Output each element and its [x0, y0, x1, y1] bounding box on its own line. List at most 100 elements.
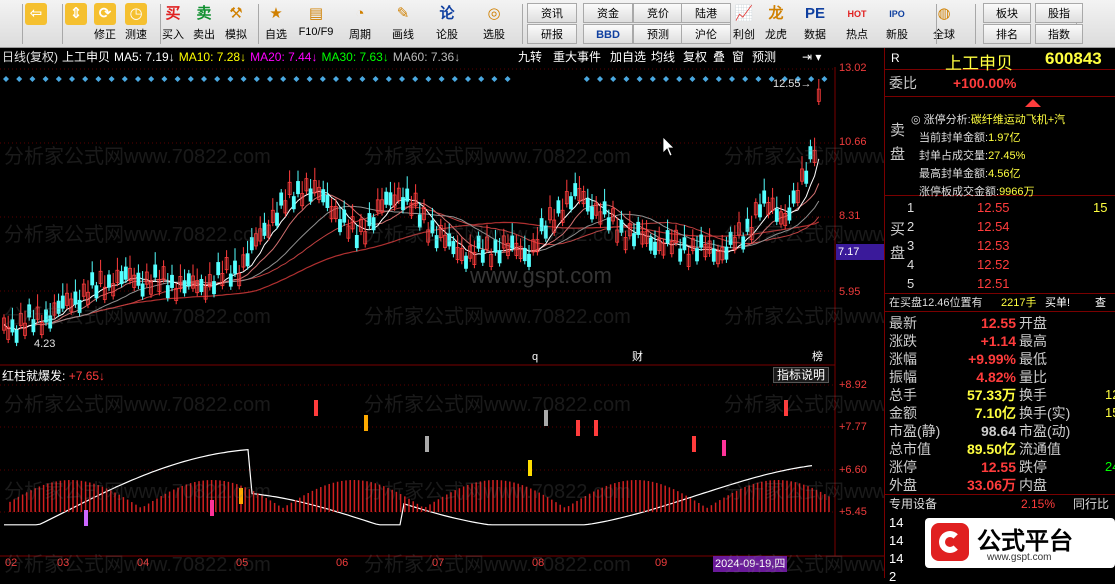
indicator-axis-label: +6.60: [839, 464, 867, 476]
buy-alert-qty: 2217手: [1001, 297, 1037, 309]
event-diamond-icon: [42, 76, 49, 82]
event-diamond-icon: [597, 76, 603, 82]
chart-icon: 📈: [734, 5, 754, 22]
stat-label-right: 最高: [1019, 333, 1047, 349]
toolbar-button-1[interactable]: 资金: [583, 3, 633, 23]
weibi-value: +100.00%: [953, 75, 1017, 91]
gspt-logo-mark: [931, 523, 969, 561]
event-diamond-icon: [108, 76, 115, 82]
toolbar-gavel-button[interactable]: ⚒ 模拟: [216, 1, 256, 47]
main-toolbar: ⇦ ⇕ ⟳ 修正 ◷ 测速买买入卖卖出 ⚒ 模拟 ★ 自选 ▤ F10/F9 ◔ 周期 ✎ 画线论论股 ◎ 选股 📈…: [0, 0, 1115, 48]
event-diamond-icon: [267, 76, 273, 82]
event-diamond-icon: [95, 76, 102, 82]
stat-right-value: 15: [1105, 405, 1115, 420]
limit-line: 最高封单金额:4.56亿: [911, 165, 1115, 181]
bid-row[interactable]: 3 12.53: [885, 236, 1115, 255]
event-diamond-icon: [174, 76, 181, 82]
toolbar-hot-button[interactable]: HOT 热点: [837, 1, 877, 47]
toolbar-star-folder-button[interactable]: ★ 自选: [256, 1, 296, 47]
candle-body: [808, 146, 813, 160]
price-chart[interactable]: q 财 榜 12.55→ 4.23: [0, 48, 884, 578]
event-diamond-icon: [412, 76, 419, 82]
event-diamond-icon: [227, 76, 234, 82]
f10-icon: ▤: [308, 5, 324, 22]
bid-row[interactable]: 2 12.54: [885, 217, 1115, 236]
toolbar-clock-button[interactable]: ◷ 测速: [116, 1, 156, 47]
candle-body: [430, 220, 435, 234]
limit-line-value: 27.45%: [988, 150, 1026, 162]
price-axis-label: 8.31: [839, 210, 861, 222]
cursor-date-label: 2024-09-19,四: [713, 556, 788, 572]
industry-name[interactable]: 专用设备: [889, 495, 937, 513]
dragon-icon: 龙: [768, 5, 784, 22]
date-axis-label: 03: [57, 557, 70, 569]
event-diamond-icon: [293, 76, 300, 82]
event-mark-label: q: [532, 351, 538, 363]
toolbar-button-2[interactable]: 竞价: [633, 3, 683, 23]
event-diamond-icon: [333, 76, 339, 82]
stat-label: 涨跌: [889, 333, 917, 349]
toolbar-globe-button[interactable]: ◍ 全球: [924, 1, 964, 47]
bid-row[interactable]: 4 12.52: [885, 255, 1115, 274]
weibi-label: 委比: [889, 75, 917, 91]
toolbar-label: 周期: [349, 29, 371, 41]
date-axis-label: 09: [655, 557, 668, 569]
candle-body: [249, 237, 254, 251]
stat-label-right: 开盘: [1019, 315, 1047, 331]
toolbar-dragon-button[interactable]: 龙龙虎: [756, 1, 796, 47]
limit-title: ◎ 涨停分析:: [911, 114, 971, 126]
event-diamond-icon: [82, 76, 89, 82]
toolbar-button-9[interactable]: 股指: [1035, 3, 1083, 23]
toolbar-button-8[interactable]: 板块: [983, 3, 1031, 23]
toolbar-button-4[interactable]: 研报: [527, 24, 577, 44]
toolbar-button-7[interactable]: 沪伦: [681, 24, 731, 44]
event-diamond-icon: [161, 76, 168, 82]
industry-change: 2.15%: [1021, 497, 1056, 511]
candle-body: [44, 309, 48, 323]
toolbar-button-3[interactable]: 陆港: [681, 3, 731, 23]
date-axis-label: 02: [5, 557, 18, 569]
weibi-row: 委比 +100.00%: [885, 74, 1115, 93]
toolbar-button-10[interactable]: 排名: [983, 24, 1031, 44]
toolbar-button-6[interactable]: 预测: [633, 24, 683, 44]
stat-label-right: 市盈(动): [1019, 423, 1071, 439]
sell-label: 卖盘: [890, 122, 906, 163]
toolbar-button-11[interactable]: 指数: [1035, 24, 1083, 44]
candle-body: [182, 280, 187, 294]
stat-value: 7.10亿: [974, 405, 1016, 421]
limit-concept-value: 碳纤维运动飞机+汽: [970, 114, 1066, 126]
date-axis-label: 06: [336, 557, 349, 569]
toolbar-label: 新股: [886, 29, 908, 41]
candle-body: [741, 236, 746, 250]
bid-row[interactable]: 1 12.55 15: [885, 198, 1115, 217]
toolbar-label: 数据: [804, 29, 826, 41]
up-down-arrows-icon: ⇕: [65, 3, 87, 25]
candle-body: [573, 183, 578, 197]
candle-body: [321, 189, 326, 203]
candle-body: [434, 235, 439, 249]
toolbar-pe-button[interactable]: PE 数据: [795, 1, 835, 47]
candle-body: [762, 190, 767, 204]
event-diamond-icon: [148, 76, 155, 82]
candle-body: [107, 274, 111, 288]
query-button[interactable]: 查: [1095, 294, 1106, 312]
toolbar-button-5[interactable]: BBD: [583, 24, 633, 44]
toolbar-ipo-button[interactable]: IPO 新股: [877, 1, 917, 47]
event-diamond-icon: [359, 76, 366, 82]
indicator-signal: [239, 488, 243, 504]
indicator-help-button[interactable]: 指标说明: [773, 367, 830, 383]
bid-row[interactable]: 5 12.51: [885, 274, 1115, 293]
tick-row: 14: [889, 551, 904, 566]
toolbar-f10-button[interactable]: ▤ F10/F9: [296, 1, 336, 47]
indicator-value: +7.65↓: [68, 369, 106, 383]
peer-compare-button[interactable]: 同行比: [1073, 495, 1109, 513]
toolbar-cycle-button[interactable]: ◔ 周期: [340, 1, 380, 47]
toolbar-picker-button[interactable]: ◎ 选股: [474, 1, 514, 47]
toolbar-button-0[interactable]: 资讯: [527, 3, 577, 23]
event-diamond-icon: [240, 76, 247, 82]
event-diamond-icon: [689, 76, 696, 82]
toolbar-forum-button[interactable]: 论论股: [427, 1, 467, 47]
indicator-signal: [692, 436, 696, 452]
toolbar-label: 龙虎: [765, 29, 787, 41]
toolbar-pen-button[interactable]: ✎ 画线: [383, 1, 423, 47]
